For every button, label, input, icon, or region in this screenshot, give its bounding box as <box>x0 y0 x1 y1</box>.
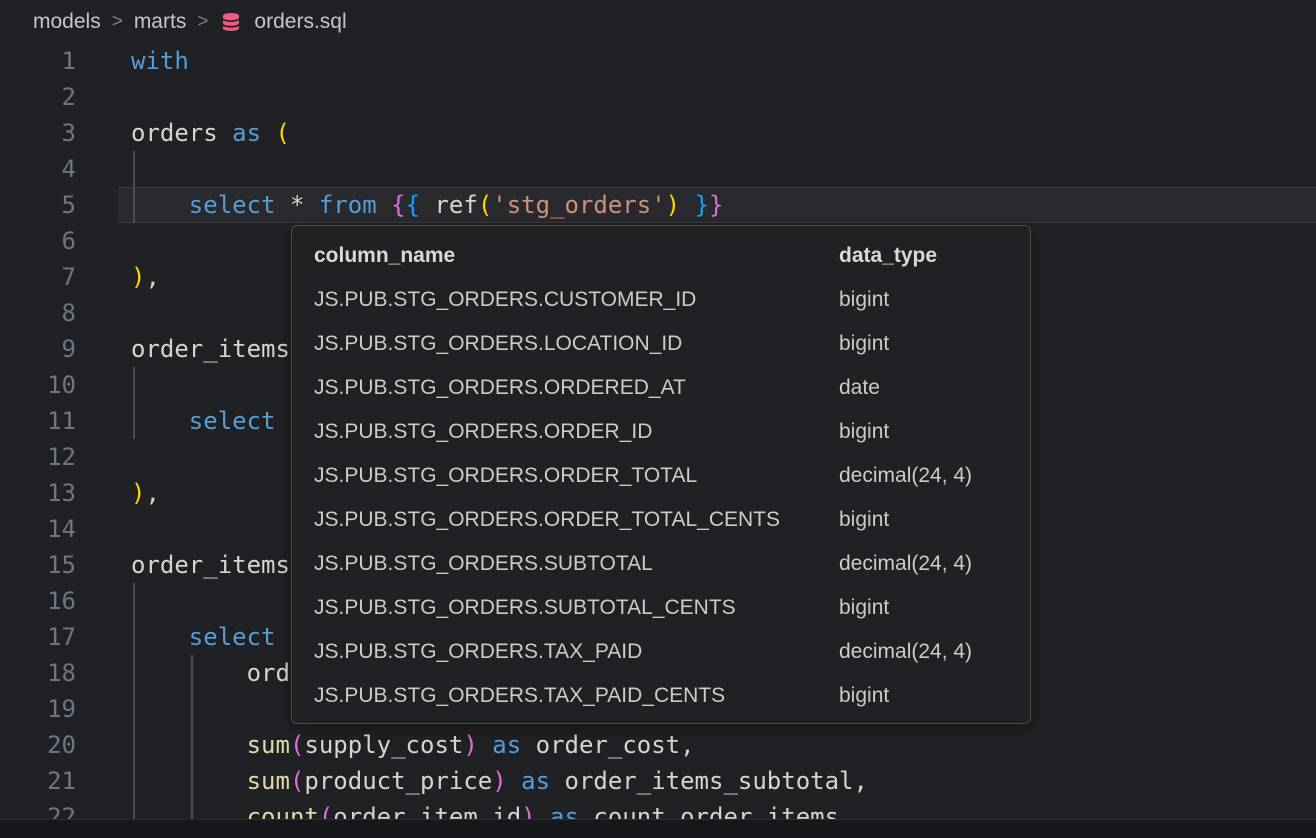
table-row: JS.PUB.STG_ORDERS.ORDER_TOTALdecimal(24,… <box>292 454 1030 498</box>
popup-header-row: column_name data_type <box>292 234 1030 278</box>
cell-data-type: bigint <box>839 332 1008 356</box>
code-text: select * from {{ ref('stg_orders') }} <box>131 187 723 223</box>
cell-column-name: JS.PUB.STG_ORDERS.ORDER_TOTAL <box>314 464 839 488</box>
cell-column-name: JS.PUB.STG_ORDERS.ORDER_TOTAL_CENTS <box>314 508 839 532</box>
line-number[interactable]: 14 <box>0 511 76 547</box>
line-number[interactable]: 16 <box>0 583 76 619</box>
indent-guide <box>191 691 193 727</box>
cell-column-name: JS.PUB.STG_ORDERS.SUBTOTAL <box>314 552 839 576</box>
code-line-2[interactable]: 2 <box>0 79 1316 115</box>
cell-data-type: date <box>839 376 1008 400</box>
code-line-21[interactable]: 21 sum(product_price) as order_items_sub… <box>0 763 1316 799</box>
cell-data-type: bigint <box>839 508 1008 532</box>
line-number[interactable]: 19 <box>0 691 76 727</box>
line-number[interactable]: 2 <box>0 79 76 115</box>
table-row: JS.PUB.STG_ORDERS.TAX_PAIDdecimal(24, 4) <box>292 630 1030 674</box>
line-number[interactable]: 5 <box>0 187 76 223</box>
line-number[interactable]: 3 <box>0 115 76 151</box>
code-line-4[interactable]: 4 <box>0 151 1316 187</box>
indent-guide <box>133 691 135 727</box>
breadcrumb-item-marts[interactable]: marts <box>134 10 187 34</box>
indent-guide <box>133 151 135 187</box>
line-number[interactable]: 12 <box>0 439 76 475</box>
breadcrumb-separator: > <box>197 11 208 33</box>
breadcrumb-separator: > <box>112 11 123 33</box>
popup-header-data-type: data_type <box>839 244 1008 268</box>
cell-data-type: bigint <box>839 684 1008 708</box>
code-line-1[interactable]: 1 with <box>0 43 1316 79</box>
code-line-5[interactable]: 5 select * from {{ ref('stg_orders') }} <box>0 187 1316 223</box>
code-text: select <box>131 619 276 655</box>
table-row: JS.PUB.STG_ORDERS.SUBTOTAL_CENTSbigint <box>292 586 1030 630</box>
database-icon <box>219 10 243 34</box>
code-editor-window: models > marts > orders.sql 1 with 23 order… <box>0 0 1316 838</box>
table-row: JS.PUB.STG_ORDERS.ORDER_IDbigint <box>292 410 1030 454</box>
line-number[interactable]: 4 <box>0 151 76 187</box>
table-row: JS.PUB.STG_ORDERS.ORDER_TOTAL_CENTSbigin… <box>292 498 1030 542</box>
table-row: JS.PUB.STG_ORDERS.TAX_PAID_CENTSbigint <box>292 674 1030 718</box>
breadcrumb-item-file[interactable]: orders.sql <box>254 10 346 34</box>
cell-data-type: bigint <box>839 288 1008 312</box>
code-text: ), <box>131 259 160 295</box>
cell-column-name: JS.PUB.STG_ORDERS.SUBTOTAL_CENTS <box>314 596 839 620</box>
code-text: order_items <box>131 331 290 367</box>
code-line-3[interactable]: 3 orders as ( <box>0 115 1316 151</box>
line-number[interactable]: 15 <box>0 547 76 583</box>
cell-data-type: bigint <box>839 596 1008 620</box>
code-text: order_items <box>131 547 290 583</box>
cell-column-name: JS.PUB.STG_ORDERS.ORDERED_AT <box>314 376 839 400</box>
cell-column-name: JS.PUB.STG_ORDERS.LOCATION_ID <box>314 332 839 356</box>
cell-data-type: decimal(24, 4) <box>839 552 1008 576</box>
line-number[interactable]: 21 <box>0 763 76 799</box>
table-row: JS.PUB.STG_ORDERS.ORDERED_ATdate <box>292 366 1030 410</box>
table-row: JS.PUB.STG_ORDERS.SUBTOTALdecimal(24, 4) <box>292 542 1030 586</box>
cell-column-name: JS.PUB.STG_ORDERS.ORDER_ID <box>314 420 839 444</box>
line-number[interactable]: 18 <box>0 655 76 691</box>
code-text: with <box>131 43 189 79</box>
table-row: JS.PUB.STG_ORDERS.CUSTOMER_IDbigint <box>292 278 1030 322</box>
line-number[interactable]: 6 <box>0 223 76 259</box>
breadcrumb-item-models[interactable]: models <box>33 10 101 34</box>
line-number[interactable]: 10 <box>0 367 76 403</box>
cell-column-name: JS.PUB.STG_ORDERS.TAX_PAID_CENTS <box>314 684 839 708</box>
code-text: ord <box>131 655 290 691</box>
table-row: JS.PUB.STG_ORDERS.LOCATION_IDbigint <box>292 322 1030 366</box>
line-number[interactable]: 17 <box>0 619 76 655</box>
code-line-20[interactable]: 20 sum(supply_cost) as order_cost, <box>0 727 1316 763</box>
cell-column-name: JS.PUB.STG_ORDERS.TAX_PAID <box>314 640 839 664</box>
cell-data-type: decimal(24, 4) <box>839 640 1008 664</box>
cell-data-type: decimal(24, 4) <box>839 464 1008 488</box>
breadcrumb: models > marts > orders.sql <box>0 0 1316 44</box>
code-text: sum(product_price) as order_items_subtot… <box>131 763 868 799</box>
code-text: sum(supply_cost) as order_cost, <box>131 727 695 763</box>
code-text: select <box>131 403 276 439</box>
line-number[interactable]: 1 <box>0 43 76 79</box>
indent-guide <box>133 367 135 403</box>
code-text: ), <box>131 475 160 511</box>
indent-guide <box>133 583 135 619</box>
code-text: orders as ( <box>131 115 290 151</box>
line-number[interactable]: 20 <box>0 727 76 763</box>
cell-column-name: JS.PUB.STG_ORDERS.CUSTOMER_ID <box>314 288 839 312</box>
line-number[interactable]: 11 <box>0 403 76 439</box>
line-number[interactable]: 9 <box>0 331 76 367</box>
popup-header-column-name: column_name <box>314 244 839 268</box>
line-number[interactable]: 8 <box>0 295 76 331</box>
column-info-popup: column_name data_type JS.PUB.STG_ORDERS.… <box>291 225 1031 724</box>
line-number[interactable]: 13 <box>0 475 76 511</box>
cell-data-type: bigint <box>839 420 1008 444</box>
panel-edge <box>0 819 1316 838</box>
line-number[interactable]: 7 <box>0 259 76 295</box>
